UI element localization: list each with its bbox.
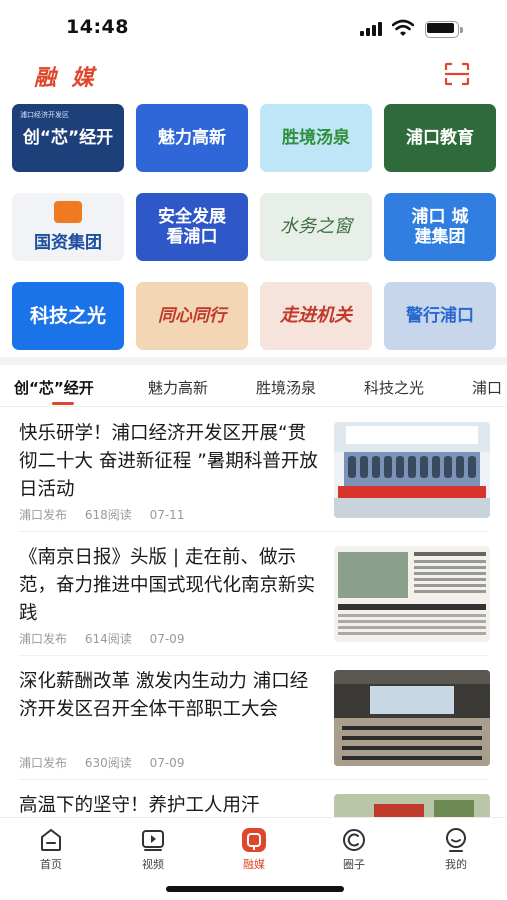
nav-video[interactable]: 视频 (123, 826, 183, 872)
article-reads: 630阅读 (84, 756, 132, 770)
article-meta: 浦口发布 618阅读 07-11 (19, 506, 198, 523)
article-thumbnail (334, 670, 490, 766)
cellular-signal-icon (360, 22, 384, 36)
article-title: 《南京日报》头版 | 走在前、做示范，奋力推进中国式现代化南京新实践 (19, 547, 316, 624)
article-title: 高温下的坚守！养护工人用汗 (19, 795, 260, 816)
article-date: 07-09 (149, 756, 185, 770)
tile-label: 同心同行 (158, 305, 226, 326)
tab-pukou[interactable]: 浦口 (472, 377, 502, 398)
nav-label: 我的 (445, 858, 467, 871)
tile-label: 水务之窗 (280, 216, 352, 238)
article-meta: 浦口发布 630阅读 07-09 (19, 754, 198, 771)
profile-icon (446, 828, 466, 852)
tile-zoujin-jiguan[interactable]: 走进机关 (260, 282, 372, 350)
article-source: 浦口发布 (19, 508, 68, 522)
article-item[interactable]: 《南京日报》头版 | 走在前、做示范，奋力推进中国式现代化南京新实践 浦口发布 … (0, 532, 507, 656)
tab-meili-gaoxin[interactable]: 魅力高新 (148, 377, 208, 398)
wifi-icon (392, 19, 414, 36)
article-source: 浦口发布 (19, 632, 68, 646)
status-time: 14:48 (66, 16, 129, 38)
page-title: 融 媒 (34, 66, 98, 91)
tile-sublabel: 浦口经济开发区 (20, 111, 69, 119)
nav-media[interactable]: 融媒 (224, 826, 284, 872)
active-tab-indicator (52, 402, 74, 405)
article-item[interactable]: 快乐研学！浦口经济开发区开展“贯彻二十大 奋进新征程 ”暑期科普开放日活动 浦口… (0, 408, 507, 532)
tile-keji-zhiguang[interactable]: 科技之光 (12, 282, 124, 350)
tile-label: 魅力高新 (158, 127, 226, 148)
tile-label: 警行浦口 (406, 305, 474, 326)
tile-pukou-jiaoyu[interactable]: 浦口教育 (384, 104, 496, 172)
nav-label: 首页 (40, 858, 62, 871)
circle-icon (343, 829, 365, 851)
tile-label: 浦口 城建集团 (411, 206, 469, 247)
article-meta: 浦口发布 614阅读 07-09 (19, 630, 198, 647)
tab-shengjing-tangquan[interactable]: 胜境汤泉 (256, 377, 316, 398)
battery-icon (425, 21, 463, 38)
channel-tabs: 创“芯”经开 魅力高新 胜境汤泉 科技之光 浦口 (0, 368, 507, 406)
tile-label: 国资集团 (34, 232, 102, 253)
tab-chuangxin-jingkai[interactable]: 创“芯”经开 (14, 377, 94, 398)
tile-pukou-chengjian[interactable]: 浦口 城建集团 (384, 193, 496, 261)
article-date: 07-09 (149, 632, 185, 646)
article-title: 深化薪酬改革 激发内生动力 浦口经济开发区召开全体干部职工大会 (19, 671, 309, 720)
tile-shuiwu-zhichuang[interactable]: 水务之窗 (260, 193, 372, 261)
tile-label: 胜境汤泉 (282, 127, 350, 148)
nav-home[interactable]: 首页 (21, 826, 81, 872)
tile-meili-gaoxin[interactable]: 魅力高新 (136, 104, 248, 172)
article-source: 浦口发布 (19, 756, 68, 770)
tile-jingxing-pukou[interactable]: 警行浦口 (384, 282, 496, 350)
tile-label: 走进机关 (280, 305, 352, 327)
tile-anquan-fazhan[interactable]: 安全发展 看浦口 (136, 193, 248, 261)
tile-chuangxin-jingkai[interactable]: 浦口经济开发区 创“芯”经开 (12, 104, 124, 172)
media-icon (242, 828, 266, 852)
article-item[interactable]: 深化薪酬改革 激发内生动力 浦口经济开发区召开全体干部职工大会 浦口发布 630… (0, 656, 507, 780)
article-thumbnail (334, 546, 490, 642)
tile-label: 浦口教育 (406, 127, 474, 148)
nav-label: 圈子 (343, 858, 365, 871)
tile-label: 创“芯”经开 (22, 127, 114, 148)
home-indicator (166, 886, 344, 892)
video-icon (142, 830, 164, 851)
tile-label: 安全发展 看浦口 (158, 206, 226, 247)
article-title: 快乐研学！浦口经济开发区开展“贯彻二十大 奋进新征程 ”暑期科普开放日活动 (19, 423, 318, 500)
nav-profile[interactable]: 我的 (426, 826, 486, 872)
nav-label: 视频 (142, 858, 164, 871)
tab-keji-zhiguang[interactable]: 科技之光 (364, 377, 424, 398)
tile-guozi-jituan[interactable]: 国资集团 (12, 193, 124, 261)
nav-circle[interactable]: 圈子 (324, 826, 384, 872)
article-thumbnail (334, 422, 490, 518)
scan-icon[interactable] (444, 62, 470, 86)
tabs-divider (0, 406, 507, 407)
tile-label: 科技之光 (29, 304, 106, 327)
tile-shengjing-tangquan[interactable]: 胜境汤泉 (260, 104, 372, 172)
tile-tongxin-tongxing[interactable]: 同心同行 (136, 282, 248, 350)
guozi-logo-icon (54, 201, 82, 223)
home-icon (41, 828, 61, 851)
status-bar: 14:48 (0, 0, 507, 56)
section-divider (0, 357, 507, 365)
nav-label: 融媒 (243, 858, 265, 871)
article-date: 07-11 (149, 508, 185, 522)
article-reads: 614阅读 (84, 632, 132, 646)
article-reads: 618阅读 (84, 508, 132, 522)
